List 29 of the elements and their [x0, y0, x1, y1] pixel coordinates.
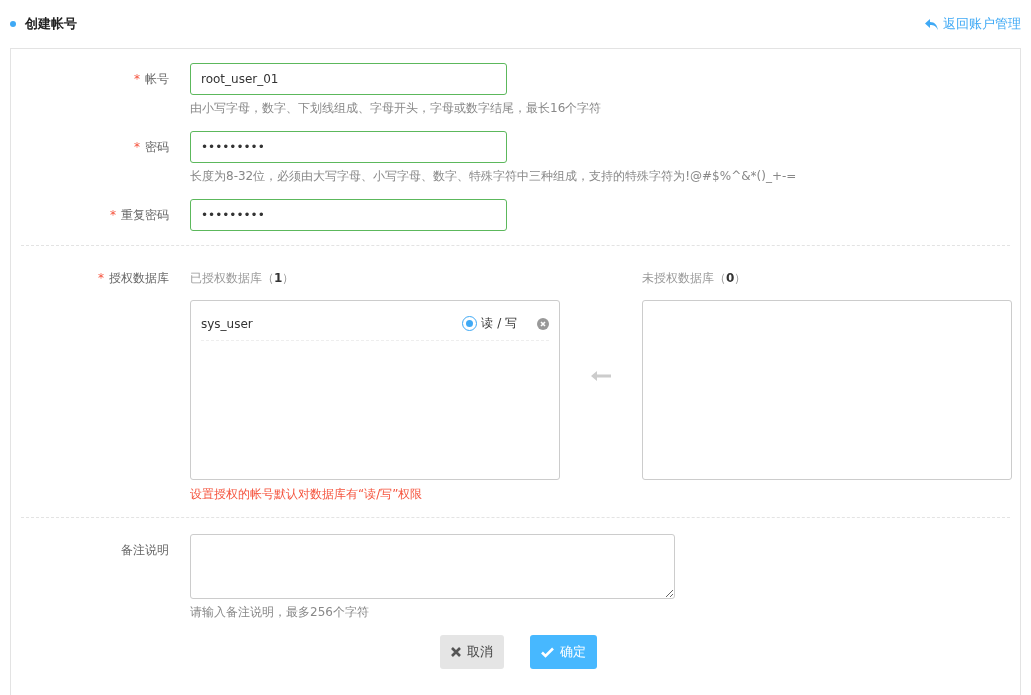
field-label: 授权数据库: [109, 271, 169, 285]
remark-field[interactable]: [190, 534, 675, 599]
title-dot: [10, 21, 16, 27]
field-label: 密码: [145, 140, 169, 154]
field-hint: 由小写字母，数字、下划线组成、字母开头，字母或数字结尾，最长16个字符: [190, 100, 602, 117]
required-mark: *: [110, 208, 116, 222]
remove-icon[interactable]: [537, 317, 549, 330]
left-arrow-icon[interactable]: [591, 371, 611, 381]
cancel-button[interactable]: 取消: [439, 635, 504, 669]
list-title: 已授权数据库（1）: [190, 270, 296, 287]
required-mark: *: [134, 72, 140, 86]
field-label: 备注说明: [121, 543, 169, 557]
page-title: 创建帐号: [25, 15, 77, 33]
input-field[interactable]: •••••••••: [190, 131, 507, 163]
required-mark: *: [134, 140, 140, 154]
input-field[interactable]: •••••••••: [190, 199, 507, 231]
field-hint: 长度为8-32位，必须由大写字母、小写字母、数字、特殊字符中三种组成，支持的特殊字符为!@#$%^&*()_+-=: [190, 168, 797, 185]
database-name: sys_user: [201, 316, 254, 331]
input-field[interactable]: root_user_01: [190, 63, 507, 95]
warning-text: 设置授权的帐号默认对数据库有“读/写”权限: [190, 486, 424, 503]
field-label: 帐号: [145, 72, 169, 86]
permission-label: 读 / 写: [481, 315, 517, 332]
check-icon: [540, 646, 554, 658]
list-title: 未授权数据库（0）: [642, 270, 748, 287]
field-hint: 请输入备注说明，最多256个字符: [190, 604, 370, 621]
field-label: 重复密码: [121, 208, 169, 222]
reply-arrow-icon: [925, 18, 938, 30]
close-icon: [450, 647, 461, 657]
required-mark: *: [98, 271, 104, 285]
